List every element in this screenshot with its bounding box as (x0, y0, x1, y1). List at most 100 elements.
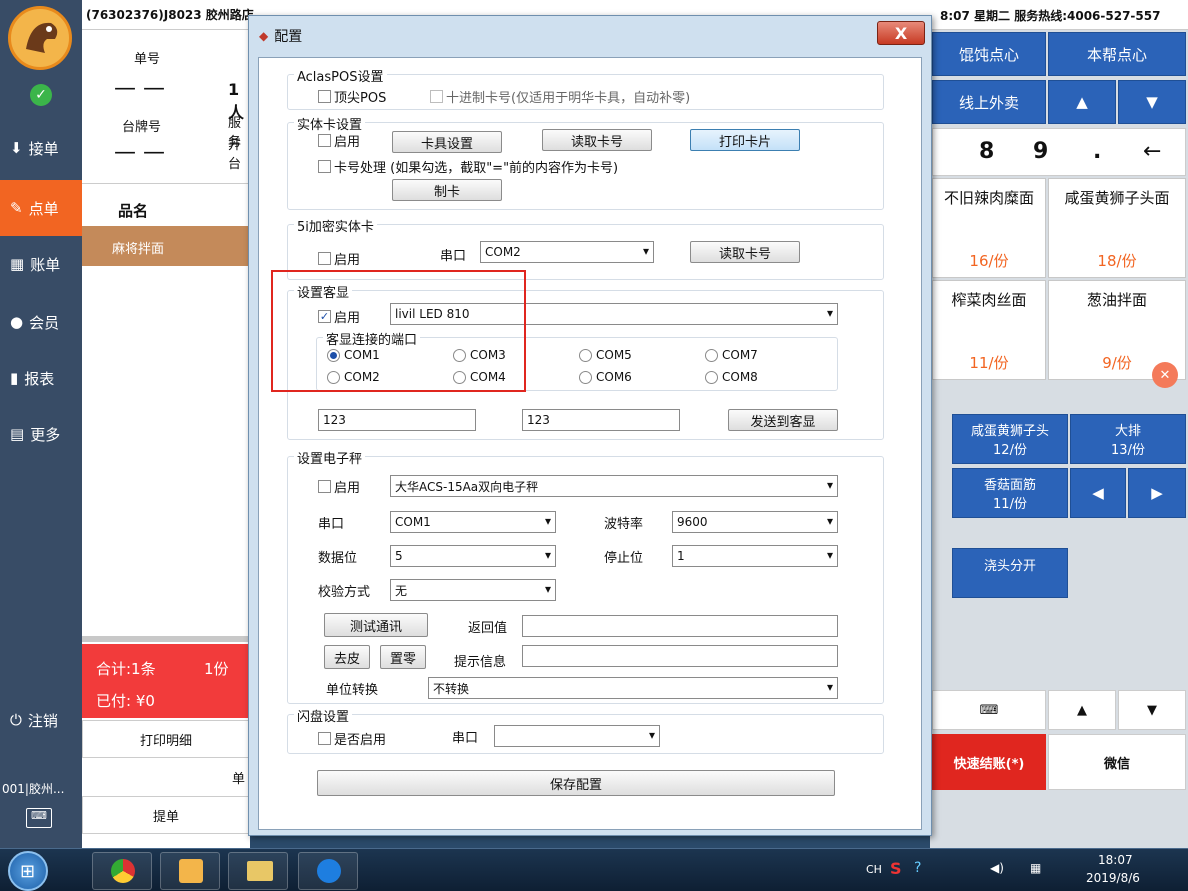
page-prev-button[interactable]: ◀ (1070, 468, 1126, 518)
nav-order[interactable]: ✎ 点单 (0, 180, 82, 236)
scale-enable-checkbox[interactable]: 启用 (318, 477, 360, 496)
close-circle-icon[interactable]: ✕ (1152, 362, 1178, 388)
read-card-button[interactable]: 读取卡号 (542, 129, 652, 151)
nav-receive[interactable]: ⬇ 接单 (0, 120, 82, 176)
return-value-input[interactable] (522, 615, 838, 637)
up-button[interactable]: ▲ (1048, 690, 1116, 730)
key-dot[interactable]: . (1093, 139, 1101, 164)
dish-blue[interactable]: 香菇面筋 11/份 (952, 468, 1068, 518)
take-order-button[interactable]: 提单 (82, 796, 250, 834)
dish-blue[interactable]: 浇头分开 (952, 548, 1068, 598)
checkbox[interactable] (318, 480, 331, 493)
print-detail-button[interactable]: 打印明细 (82, 720, 250, 758)
scale-device-select[interactable]: 大华ACS-15Aa双向电子秤 (390, 475, 838, 497)
dish-blue[interactable]: 大排 13/份 (1070, 414, 1186, 464)
quick-pay-button[interactable]: 快速结账(*) (932, 734, 1046, 790)
scale-parity-select[interactable]: 无 (390, 579, 556, 601)
make-card-button[interactable]: 制卡 (392, 179, 502, 201)
category-local[interactable]: 本帮点心 (1048, 32, 1186, 76)
zero-button[interactable]: 置零 (380, 645, 426, 669)
dish-card[interactable]: 咸蛋黄狮子头面 18/份 (1048, 178, 1186, 278)
windows-icon: ⊞ (20, 861, 36, 882)
down-button[interactable]: ▼ (1118, 690, 1186, 730)
scale-baud-select[interactable]: 9600 (672, 511, 838, 533)
radio[interactable] (705, 348, 718, 362)
nav-bill[interactable]: ▦ 账单 (0, 236, 82, 292)
dish-card[interactable]: 榨菜肉丝面 11/份 (932, 280, 1046, 380)
scale-port-select[interactable]: COM1 (390, 511, 556, 533)
nav-more[interactable]: ▤ 更多 (0, 406, 82, 462)
scrollbar[interactable] (82, 636, 250, 642)
checkbox[interactable] (318, 160, 331, 173)
order-item-row[interactable]: 麻将拌面 (82, 226, 250, 266)
dingjian-checkbox[interactable]: 顶尖POS (318, 87, 386, 106)
category-wonton[interactable]: 馄饨点心 (932, 32, 1046, 76)
test-comm-button[interactable]: 测试通讯 (324, 613, 428, 637)
nav-logout[interactable]: ⏻ 注销 (0, 692, 82, 748)
network-icon[interactable]: ▦ (1030, 861, 1041, 875)
order-panel: 单号 — — 台牌号 — — 1人 服务 开台 品名 麻将拌面 合计:1条 1份… (82, 30, 250, 848)
checkbox[interactable] (430, 90, 443, 103)
dialog-titlebar[interactable]: ◆ 配置 X (249, 16, 931, 56)
taskbar-teamviewer[interactable] (298, 852, 358, 890)
save-config-button[interactable]: 保存配置 (317, 770, 835, 796)
display-text-input-1[interactable]: 123 (318, 409, 476, 431)
taskbar-explorer[interactable] (228, 852, 288, 890)
display-text-input-2[interactable]: 123 (522, 409, 680, 431)
radio-com5[interactable]: COM5 (579, 348, 632, 362)
radio-com8[interactable]: COM8 (705, 370, 758, 384)
close-button[interactable]: X (877, 21, 925, 45)
left-sidebar: ✓ ⬇ 接单 ✎ 点单 ▦ 账单 ● 会员 ▮ 报表 ▤ 更多 ⏻ 注销 001|胶州... … (0, 0, 82, 848)
wechat-pay-button[interactable]: 微信 (1048, 734, 1186, 790)
nav-report[interactable]: ▮ 报表 (0, 350, 82, 406)
scale-stopbits-select[interactable]: 1 (672, 545, 838, 567)
unit-convert-select[interactable]: 不转换 (428, 677, 838, 699)
key-9[interactable]: 9 (1033, 139, 1048, 164)
dish-card[interactable]: 不旧辣肉糜面 16/份 (932, 178, 1046, 278)
category-delivery[interactable]: 线上外卖 (932, 80, 1046, 124)
card-enable-checkbox[interactable]: 启用 (318, 131, 360, 150)
flash-port-select[interactable] (494, 725, 660, 747)
flash-enable-checkbox[interactable]: 是否启用 (318, 729, 386, 748)
card5i-read-button[interactable]: 读取卡号 (690, 241, 800, 263)
page-next-button[interactable]: ▶ (1128, 468, 1186, 518)
card-setting-button[interactable]: 卡具设置 (392, 131, 502, 153)
radio[interactable] (705, 370, 718, 384)
radio[interactable] (579, 348, 592, 362)
dish-blue[interactable]: 咸蛋黄狮子头 12/份 (952, 414, 1068, 464)
clock-time[interactable]: 18:07 (1098, 853, 1133, 867)
start-button[interactable]: ⊞ (8, 851, 48, 891)
volume-icon[interactable]: ◀) (990, 861, 1004, 875)
print-card-button[interactable]: 打印卡片 (690, 129, 800, 151)
card5i-enable-checkbox[interactable]: 启用 (318, 249, 360, 268)
checkbox[interactable] (318, 134, 331, 147)
scroll-up-button[interactable]: ▲ (1048, 80, 1116, 124)
tare-button[interactable]: 去皮 (324, 645, 370, 669)
checkbox[interactable] (318, 90, 331, 103)
card5i-port-select[interactable]: COM2 (480, 241, 654, 263)
info-input[interactable] (522, 645, 838, 667)
help-icon[interactable]: ? (914, 860, 921, 876)
decimal-checkbox[interactable]: 十进制卡号(仅适用于明华卡具，自动补零) (430, 87, 690, 106)
avatar[interactable] (8, 6, 72, 70)
scroll-down-button[interactable]: ▼ (1118, 80, 1186, 124)
language-indicator[interactable]: CH (866, 863, 882, 876)
radio[interactable] (579, 370, 592, 384)
taskbar-pos-app[interactable] (160, 852, 220, 890)
taskbar-chrome[interactable] (92, 852, 152, 890)
key-8[interactable]: 8 (979, 139, 994, 164)
scale-databits-select[interactable]: 5 (390, 545, 556, 567)
nav-label: 更多 (30, 425, 61, 444)
clock-date[interactable]: 2019/8/6 (1086, 871, 1140, 885)
key-backspace[interactable]: ← (1143, 139, 1161, 164)
sogou-icon[interactable]: S (890, 859, 902, 878)
checkbox[interactable] (318, 732, 331, 745)
card-process-checkbox[interactable]: 卡号处理 (如果勾选，截取"="前的内容作为卡号) (318, 157, 618, 176)
keyboard-icon[interactable]: ⌨ (26, 808, 52, 828)
nav-member[interactable]: ● 会员 (0, 294, 82, 350)
checkbox[interactable] (318, 252, 331, 265)
send-to-display-button[interactable]: 发送到客显 (728, 409, 838, 431)
radio-com6[interactable]: COM6 (579, 370, 632, 384)
keyboard-button[interactable]: ⌨ (932, 690, 1046, 730)
radio-com7[interactable]: COM7 (705, 348, 758, 362)
